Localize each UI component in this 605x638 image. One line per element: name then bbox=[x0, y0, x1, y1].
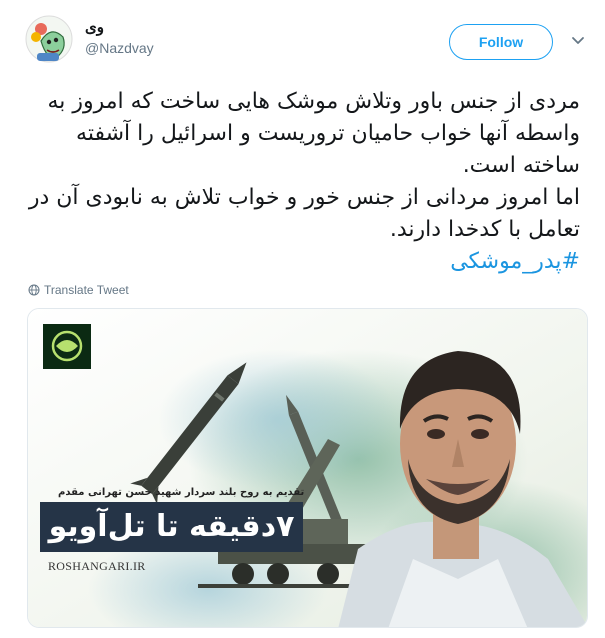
tweet-header: وی @Nazdvay Follow bbox=[0, 0, 605, 70]
globe-icon bbox=[28, 284, 40, 296]
translate-tweet-link[interactable]: Translate Tweet bbox=[28, 283, 129, 297]
tweet-paragraph-2: اما امروز مردانی از جنس خور و خواب تلاش … bbox=[28, 185, 580, 242]
follow-button[interactable]: Follow bbox=[449, 24, 553, 60]
tweet-media-image[interactable]: تقدیم به روح بلند سردار شهید حسن تهرانی … bbox=[27, 308, 588, 628]
display-name[interactable]: وی bbox=[85, 18, 104, 36]
poster-subtitle: تقدیم به روح بلند سردار شهید حسن تهرانی … bbox=[58, 487, 305, 498]
hashtag-link[interactable]: #پدر_موشکی bbox=[450, 249, 580, 274]
logo-icon bbox=[43, 324, 91, 369]
chevron-down-icon[interactable] bbox=[570, 32, 586, 48]
translate-label: Translate Tweet bbox=[44, 283, 129, 297]
tweet-paragraph-1: مردی از جنس باور وتلاش موشک هایی ساخت که… bbox=[47, 89, 580, 178]
poster-headline: ۷دقیقه تا تل‌آویو bbox=[40, 502, 303, 552]
user-handle[interactable]: @Nazdvay bbox=[85, 40, 154, 56]
poster-site-label: ROSHANGARI.IR bbox=[48, 559, 146, 573]
cartoon-avatar-icon bbox=[25, 15, 73, 63]
poster-artwork bbox=[28, 309, 587, 627]
avatar[interactable] bbox=[25, 15, 73, 63]
tweet-text: مردی از جنس باور وتلاش موشک هایی ساخت که… bbox=[25, 86, 580, 278]
